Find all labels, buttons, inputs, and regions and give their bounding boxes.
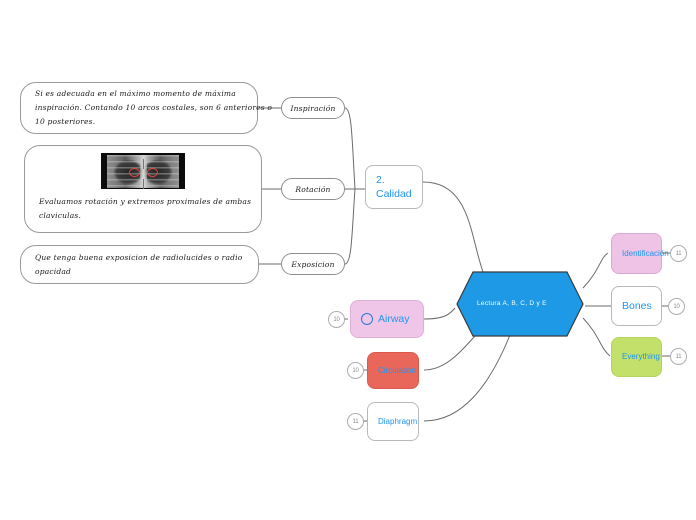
note-line: opacidad [35,266,72,276]
subtopic-label: Rotación [295,184,331,194]
note-line: Si es adecuada en el máximo momento de m… [35,89,236,99]
edge-calidad-central [422,181,484,273]
badge-everything[interactable]: 11 [670,348,687,365]
note-line: inspiración. Contando 10 arcos costales,… [35,103,273,113]
topic-identificacion[interactable]: Identificación [611,233,669,274]
edge-airway-central [423,307,456,320]
topic-diaphragm[interactable]: Diaphragm [367,402,419,441]
badge-circulation[interactable]: 10 [347,362,364,379]
circle-icon [361,313,373,325]
topic-calidad-label: Calidad [376,188,412,200]
note-line: claviculas. [39,211,82,221]
subtopic-inspiracion[interactable]: Inspiración [281,97,345,119]
topic-circulation-label: Circulation [378,365,416,375]
topic-airway-label: Airway [378,312,410,325]
topic-bones[interactable]: Bones [611,286,662,326]
note-line: Evaluamos rotación y extremos proximales… [39,197,252,207]
central-topic-label: Lectura A, B, C, D y E [477,300,547,307]
note-line: 10 posteriores. [35,116,96,126]
central-topic[interactable]: Lectura A, B, C, D y E [455,270,585,338]
note-exposicion[interactable]: Que tenga buena exposicion de radiolucid… [20,245,259,284]
mindmap-canvas[interactable]: Lectura A, B, C, D y E Si es adecuada en… [0,0,696,520]
topic-everything-label: Everything [622,352,660,361]
subtopic-rotacion[interactable]: Rotación [281,178,345,200]
subtopic-label: Exposicion [291,259,335,269]
topic-airway[interactable]: Airway [350,300,424,338]
note-line: Que tenga buena exposicion de radiolucid… [35,252,243,262]
badge-identificacion[interactable]: 11 [670,245,687,262]
topic-circulation[interactable]: Circulation [367,352,419,389]
badge-bones[interactable]: 10 [668,298,685,315]
subtopic-exposicion[interactable]: Exposicion [281,253,345,275]
badge-airway[interactable]: 10 [328,311,345,328]
subtopic-label: Inspiración [290,103,336,113]
note-inspiracion[interactable]: Si es adecuada en el máximo momento de m… [20,82,272,134]
topic-everything[interactable]: Everything [611,337,662,377]
edge-central-everything [582,317,611,357]
topic-bones-label: Bones [622,299,652,312]
chest-xray-thumbnail [101,153,185,190]
topic-diaphragm-label: Diaphragm [378,416,418,426]
topic-identificacion-label: Identificación [622,248,669,258]
edge-exposicion-calidad [344,188,356,265]
note-rotacion[interactable]: Evaluamos rotación y extremos proximales… [24,145,262,233]
badge-diaphragm[interactable]: 11 [347,413,364,430]
topic-calidad[interactable]: 2. Calidad [365,165,423,209]
topic-calidad-number: 2. [376,173,385,186]
edge-inspiracion-calidad [344,107,356,190]
edge-central-identificacion [582,252,609,289]
